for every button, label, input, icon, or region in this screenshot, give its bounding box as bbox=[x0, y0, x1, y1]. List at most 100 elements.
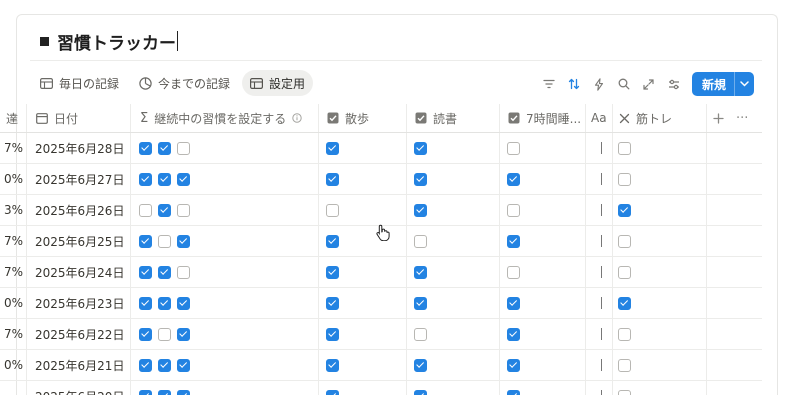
table-row[interactable]: 0% 2025年6月23日 bbox=[0, 288, 762, 319]
habit-checkbox[interactable] bbox=[177, 172, 190, 186]
date-cell[interactable]: 2025年6月25日 bbox=[35, 226, 127, 256]
habit-checkbox[interactable] bbox=[158, 172, 171, 186]
habit-checkbox[interactable] bbox=[158, 265, 171, 279]
add-column-button[interactable] bbox=[713, 104, 727, 132]
settings-sliders-icon[interactable] bbox=[667, 77, 681, 91]
habit-checkbox[interactable] bbox=[139, 358, 152, 372]
walk-checkbox[interactable] bbox=[326, 358, 339, 372]
page-title[interactable]: 習慣トラッカー bbox=[40, 28, 178, 54]
text-cell[interactable] bbox=[592, 319, 610, 349]
reading-checkbox[interactable] bbox=[414, 327, 427, 341]
table-row[interactable]: 0% 2025年6月21日 bbox=[0, 350, 762, 381]
column-header-formula[interactable]: Σ 継続中の習慣を設定する bbox=[140, 104, 315, 132]
reading-checkbox[interactable] bbox=[414, 296, 427, 310]
tab-settings[interactable]: 設定用 bbox=[242, 70, 314, 96]
muscle-checkbox[interactable] bbox=[618, 141, 631, 155]
sleep-checkbox[interactable] bbox=[507, 358, 520, 372]
reading-checkbox[interactable] bbox=[414, 389, 427, 395]
habit-checkbox[interactable] bbox=[139, 327, 152, 341]
muscle-checkbox[interactable] bbox=[618, 234, 631, 248]
text-cell[interactable] bbox=[592, 195, 610, 225]
muscle-checkbox[interactable] bbox=[618, 203, 631, 217]
habit-checkbox[interactable] bbox=[158, 389, 171, 395]
chevron-down-icon[interactable] bbox=[734, 72, 754, 96]
habit-checkbox[interactable] bbox=[139, 389, 152, 395]
muscle-checkbox[interactable] bbox=[618, 296, 631, 310]
habit-checkbox[interactable] bbox=[158, 234, 171, 248]
date-cell[interactable]: 2025年6月23日 bbox=[35, 288, 127, 318]
habit-checkbox[interactable] bbox=[177, 234, 190, 248]
sleep-checkbox[interactable] bbox=[507, 234, 520, 248]
sleep-checkbox[interactable] bbox=[507, 389, 520, 395]
habit-checkbox[interactable] bbox=[177, 141, 190, 155]
date-cell[interactable]: 2025年6月21日 bbox=[35, 350, 127, 380]
habit-checkbox[interactable] bbox=[177, 327, 190, 341]
walk-checkbox[interactable] bbox=[326, 327, 339, 341]
muscle-checkbox[interactable] bbox=[618, 358, 631, 372]
walk-checkbox[interactable] bbox=[326, 203, 339, 217]
text-cell[interactable] bbox=[592, 288, 610, 318]
expand-icon[interactable] bbox=[642, 77, 656, 91]
date-cell[interactable]: 2025年6月28日 bbox=[35, 133, 127, 163]
text-cell[interactable] bbox=[592, 226, 610, 256]
habit-checkbox[interactable] bbox=[177, 296, 190, 310]
habit-checkbox[interactable] bbox=[139, 296, 152, 310]
habit-checkbox[interactable] bbox=[177, 389, 190, 395]
reading-checkbox[interactable] bbox=[414, 203, 427, 217]
date-cell[interactable]: 2025年6月22日 bbox=[35, 319, 127, 349]
habit-checkbox[interactable] bbox=[177, 203, 190, 217]
habit-checkbox[interactable] bbox=[139, 141, 152, 155]
habit-checkbox[interactable] bbox=[139, 265, 152, 279]
walk-checkbox[interactable] bbox=[326, 389, 339, 395]
column-header-rate[interactable]: 達 bbox=[6, 104, 24, 132]
lightning-icon[interactable] bbox=[592, 77, 606, 91]
habit-checkbox[interactable] bbox=[139, 172, 152, 186]
sort-icon[interactable] bbox=[567, 77, 581, 91]
muscle-checkbox[interactable] bbox=[618, 389, 631, 395]
new-button[interactable]: 新規 bbox=[691, 72, 754, 96]
habit-checkbox[interactable] bbox=[177, 358, 190, 372]
table-row[interactable]: 7% 2025年6月28日 bbox=[0, 133, 762, 164]
table-row[interactable]: 3% 2025年6月26日 bbox=[0, 195, 762, 226]
habit-checkbox[interactable] bbox=[158, 358, 171, 372]
reading-checkbox[interactable] bbox=[414, 141, 427, 155]
table-row[interactable]: 0% 2025年6月27日 bbox=[0, 164, 762, 195]
date-cell[interactable]: 2025年6月20日 bbox=[35, 381, 127, 395]
column-header-text[interactable]: Aa bbox=[591, 104, 613, 132]
search-icon[interactable] bbox=[617, 77, 631, 91]
date-cell[interactable]: 2025年6月26日 bbox=[35, 195, 127, 225]
reading-checkbox[interactable] bbox=[414, 234, 427, 248]
text-cell[interactable] bbox=[592, 133, 610, 163]
habit-checkbox[interactable] bbox=[158, 203, 171, 217]
habit-checkbox[interactable] bbox=[158, 296, 171, 310]
sleep-checkbox[interactable] bbox=[507, 172, 520, 186]
walk-checkbox[interactable] bbox=[326, 296, 339, 310]
sleep-checkbox[interactable] bbox=[507, 141, 520, 155]
walk-checkbox[interactable] bbox=[326, 141, 339, 155]
table-row[interactable]: 7% 2025年6月24日 bbox=[0, 257, 762, 288]
muscle-checkbox[interactable] bbox=[618, 265, 631, 279]
filter-icon[interactable] bbox=[542, 77, 556, 91]
tab-history[interactable]: 今までの記録 bbox=[131, 70, 238, 96]
walk-checkbox[interactable] bbox=[326, 265, 339, 279]
text-cell[interactable] bbox=[592, 381, 610, 395]
sleep-checkbox[interactable] bbox=[507, 296, 520, 310]
sleep-checkbox[interactable] bbox=[507, 327, 520, 341]
tab-daily-log[interactable]: 毎日の記録 bbox=[32, 70, 127, 96]
habit-checkbox[interactable] bbox=[139, 234, 152, 248]
more-options-button[interactable]: ··· bbox=[736, 104, 750, 132]
column-header-muscle[interactable]: 筋トレ bbox=[619, 104, 699, 132]
walk-checkbox[interactable] bbox=[326, 172, 339, 186]
column-header-walk[interactable]: 散歩 bbox=[327, 104, 397, 132]
reading-checkbox[interactable] bbox=[414, 172, 427, 186]
table-row[interactable]: 7% 2025年6月22日 bbox=[0, 319, 762, 350]
date-cell[interactable]: 2025年6月27日 bbox=[35, 164, 127, 194]
column-header-date[interactable]: 日付 bbox=[36, 104, 126, 132]
column-header-sleep[interactable]: 7時間睡... bbox=[508, 104, 584, 132]
sleep-checkbox[interactable] bbox=[507, 265, 520, 279]
reading-checkbox[interactable] bbox=[414, 358, 427, 372]
muscle-checkbox[interactable] bbox=[618, 327, 631, 341]
reading-checkbox[interactable] bbox=[414, 265, 427, 279]
date-cell[interactable]: 2025年6月24日 bbox=[35, 257, 127, 287]
column-header-reading[interactable]: 読書 bbox=[415, 104, 495, 132]
